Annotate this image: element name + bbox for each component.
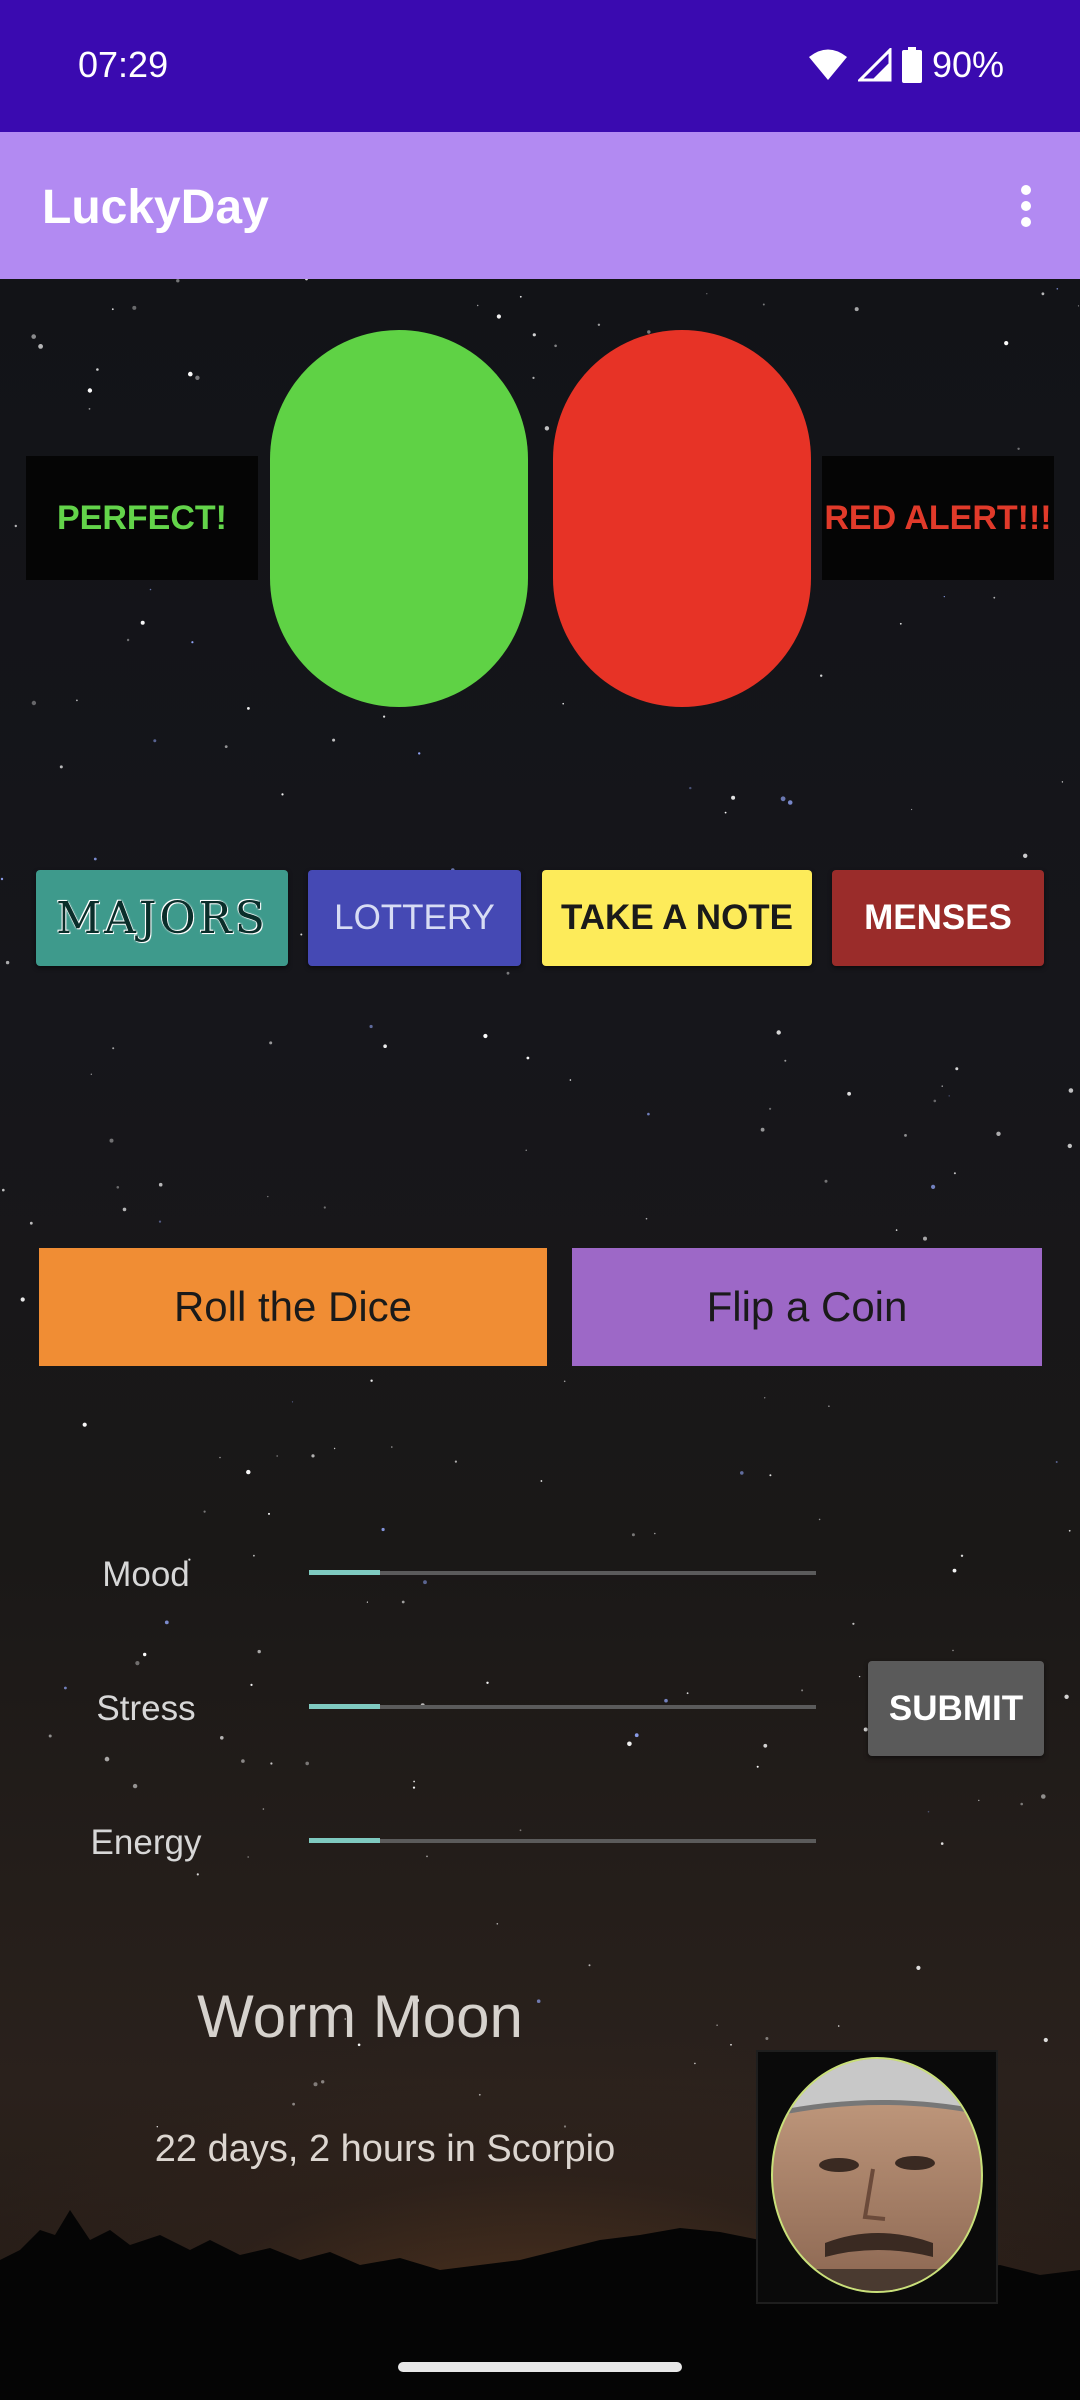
mood-label: Mood (102, 1555, 190, 1594)
slider-fill (309, 1838, 380, 1843)
app-title: LuckyDay (42, 181, 269, 234)
overflow-menu-icon (1021, 185, 1031, 227)
slider-fill (309, 1704, 380, 1709)
energy-label: Energy (90, 1823, 202, 1862)
stress-slider[interactable] (309, 1687, 816, 1727)
energy-slider[interactable] (309, 1821, 816, 1861)
red-alert-label: RED ALERT!!! (822, 456, 1054, 580)
take-a-note-button[interactable]: TAKE A NOTE (542, 870, 812, 966)
submit-button[interactable]: SUBMIT (868, 1661, 1044, 1756)
green-status-pill[interactable] (270, 330, 528, 707)
mood-slider[interactable] (309, 1553, 816, 1593)
menses-button[interactable]: MENSES (832, 870, 1044, 966)
overflow-menu-button[interactable] (994, 172, 1058, 240)
slider-track (309, 1705, 816, 1709)
screen: 07:29 90% LuckyDay PERFECT! RED ALERT!!!… (0, 0, 1080, 2400)
red-status-pill[interactable] (553, 330, 811, 707)
moon-sign-duration: 22 days, 2 hours in Scorpio (154, 2128, 616, 2170)
moon-name: Worm Moon (197, 1983, 523, 2050)
roll-dice-button[interactable]: Roll the Dice (39, 1248, 547, 1366)
lottery-button[interactable]: LOTTERY (308, 870, 521, 966)
signal-icon (857, 48, 892, 82)
avatar[interactable] (756, 2050, 998, 2304)
wifi-icon (808, 49, 847, 80)
majors-button[interactable]: MAJORS (36, 870, 288, 966)
status-icons: 90% (808, 40, 1004, 90)
flip-coin-button[interactable]: Flip a Coin (572, 1248, 1042, 1366)
stress-label: Stress (96, 1689, 196, 1728)
slider-track (309, 1571, 816, 1575)
slider-fill (309, 1570, 380, 1575)
status-bar: 07:29 90% (0, 0, 1080, 132)
battery-percentage: 90% (931, 44, 1004, 85)
perfect-label: PERFECT! (26, 456, 258, 580)
app-bar: LuckyDay (0, 132, 1080, 279)
slider-track (309, 1839, 816, 1843)
avatar-photo (771, 2057, 983, 2293)
status-time: 07:29 (78, 44, 169, 85)
battery-icon (901, 47, 922, 83)
home-indicator[interactable] (398, 2362, 682, 2372)
